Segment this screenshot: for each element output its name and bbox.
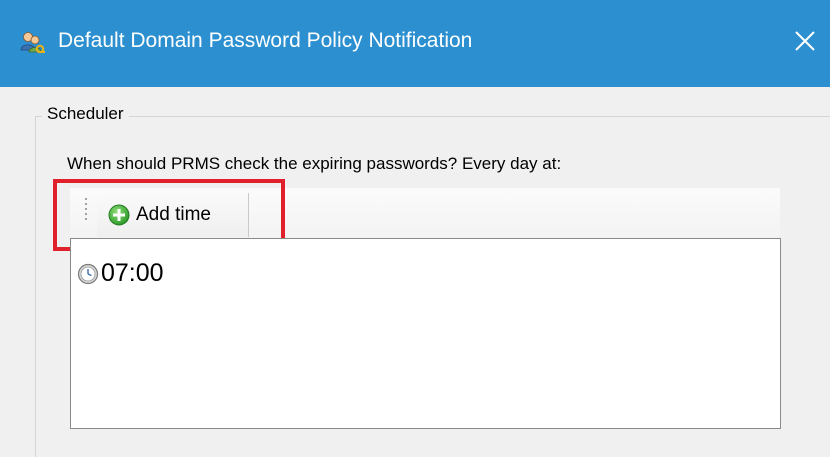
scheduler-group-label: Scheduler — [42, 104, 129, 124]
dialog-window: Default Domain Password Policy Notificat… — [0, 0, 830, 457]
time-list[interactable]: 07:00 — [70, 238, 781, 429]
clock-icon — [77, 263, 99, 285]
schedule-question-label: When should PRMS check the expiring pass… — [67, 154, 562, 173]
close-button[interactable] — [780, 18, 830, 68]
title-bar[interactable]: Default Domain Password Policy Notificat… — [0, 0, 830, 87]
close-icon — [794, 30, 816, 57]
time-entry-label: 07:00 — [101, 259, 164, 287]
window-title: Default Domain Password Policy Notificat… — [58, 29, 473, 52]
list-item[interactable]: 07:00 — [77, 259, 164, 288]
users-key-icon — [20, 30, 46, 56]
